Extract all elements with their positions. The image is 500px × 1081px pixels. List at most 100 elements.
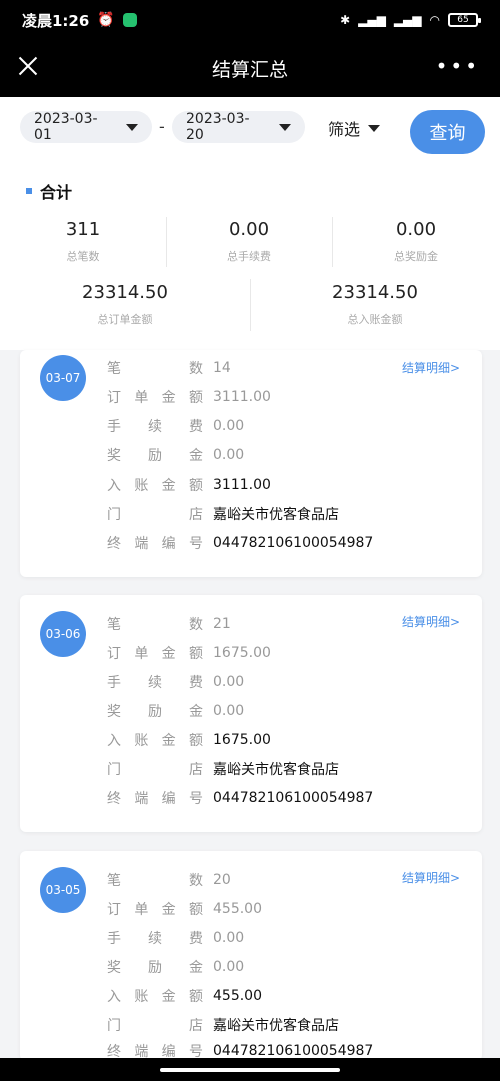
home-indicator[interactable] [160, 1068, 340, 1072]
field-label: 入账金额 [107, 989, 203, 1005]
status-icons: ✱ ▂▄▆ ▂▄▆ ◠ 65 [340, 13, 481, 27]
field-value: 455.00 [213, 901, 262, 917]
field-order-amount: 订单金额 3111.00 [107, 387, 271, 407]
page-title: 结算汇总 [211, 59, 288, 81]
summary-title: 合计 [26, 179, 72, 203]
field-value: 21 [213, 616, 231, 632]
field-value: 嘉峪关市优客食品店 [213, 762, 339, 778]
field-income: 入账金额 455.00 [107, 986, 262, 1006]
field-income: 入账金额 1675.00 [107, 730, 271, 750]
field-fee: 手续费 0.00 [107, 928, 244, 948]
filter-label: 筛选 [328, 120, 361, 139]
field-value: 20 [213, 872, 231, 888]
end-date-value: 2023-03-20 [186, 111, 250, 143]
field-label: 门店 [107, 1018, 203, 1034]
field-value: 0.00 [213, 930, 245, 946]
stat-label: 总订单金额 [97, 313, 153, 326]
stat-value: 23314.50 [82, 282, 168, 303]
field-count: 笔数 14 [107, 358, 231, 378]
record-card: 03-07 结算明细> 笔数 14 订单金额 3111.00 手续费 0.00 … [20, 350, 482, 577]
field-label: 笔数 [107, 873, 203, 889]
field-value: 嘉峪关市优客食品店 [213, 507, 339, 523]
stat-total-order-amount: 23314.50 总订单金额 [0, 282, 250, 327]
start-date-picker[interactable]: 2023-03-01 [20, 111, 152, 143]
field-terminal: 终端编号 044782106100054987 [107, 788, 373, 808]
signal-icon-2: ▂▄▆ [393, 13, 422, 27]
title-bar: 结算汇总 ••• [0, 40, 500, 97]
stat-label: 总笔数 [66, 250, 100, 263]
field-store: 门店 嘉峪关市优客食品店 [107, 504, 339, 524]
date-badge: 03-05 [40, 867, 86, 913]
more-icon[interactable]: ••• [436, 56, 480, 76]
field-label: 笔数 [107, 617, 203, 633]
start-date-value: 2023-03-01 [34, 111, 98, 143]
stat-value: 0.00 [395, 219, 437, 240]
section-marker [26, 188, 32, 194]
field-label: 笔数 [107, 361, 203, 377]
stat-total-reward: 0.00 总奖励金 [332, 219, 500, 264]
stat-value: 311 [65, 219, 101, 240]
signal-icon: ▂▄▆ [358, 13, 386, 27]
date-separator: - [159, 117, 165, 136]
settlement-detail-link[interactable]: 结算明细> [402, 613, 460, 630]
settlement-detail-link[interactable]: 结算明细> [402, 359, 460, 376]
app-notification-icon [122, 13, 137, 27]
field-value: 0.00 [213, 959, 245, 975]
field-value: 嘉峪关市优客食品店 [213, 1018, 339, 1034]
field-fee: 手续费 0.00 [107, 416, 244, 436]
field-label: 门店 [107, 762, 203, 778]
field-reward: 奖励金 0.00 [107, 701, 244, 721]
field-label: 订单金额 [107, 646, 203, 662]
field-income: 入账金额 3111.00 [107, 475, 271, 495]
field-order-amount: 订单金额 1675.00 [107, 643, 271, 663]
wifi-icon: ◠ [429, 13, 440, 27]
field-label: 入账金额 [107, 478, 203, 494]
stat-value: 23314.50 [332, 282, 418, 303]
field-value: 1675.00 [213, 645, 271, 661]
field-label: 奖励金 [107, 960, 203, 976]
field-value: 0.00 [213, 703, 245, 719]
settlement-detail-link[interactable]: 结算明细> [402, 869, 460, 886]
field-label: 手续费 [107, 931, 203, 947]
field-value: 14 [213, 360, 231, 376]
bluetooth-icon: ✱ [340, 13, 351, 27]
field-value: 3111.00 [213, 477, 271, 493]
field-label: 订单金额 [107, 390, 203, 406]
stat-label: 总入账金额 [347, 313, 403, 326]
alarm-icon: ⏰ [97, 12, 115, 28]
field-value: 044782106100054987 [213, 535, 374, 551]
field-value: 455.00 [213, 988, 262, 1004]
field-value: 044782106100054987 [213, 790, 374, 806]
stat-total-count: 311 总笔数 [0, 219, 166, 264]
summary-panel: 合计 311 总笔数 0.00 总手续费 0.00 总奖励金 23314.50 … [0, 167, 500, 350]
battery-icon: 65 [448, 13, 481, 27]
stat-total-fee: 0.00 总手续费 [166, 219, 332, 264]
field-label: 入账金额 [107, 733, 203, 749]
field-label: 订单金额 [107, 902, 203, 918]
field-label: 奖励金 [107, 448, 203, 464]
query-button[interactable]: 查询 [410, 110, 485, 154]
status-time: 凌晨1:26 [22, 11, 90, 30]
field-order-amount: 订单金额 455.00 [107, 899, 262, 919]
field-value: 0.00 [213, 447, 245, 463]
stat-value: 0.00 [228, 219, 270, 240]
field-value: 0.00 [213, 418, 245, 434]
record-card: 03-06 结算明细> 笔数 21 订单金额 1675.00 手续费 0.00 … [20, 595, 482, 832]
field-store: 门店 嘉峪关市优客食品店 [107, 1015, 339, 1035]
chevron-down-icon [279, 123, 291, 131]
field-label: 奖励金 [107, 704, 203, 720]
summary-title-text: 合计 [40, 183, 73, 202]
field-label: 终端编号 [107, 791, 203, 807]
field-store: 门店 嘉峪关市优客食品店 [107, 759, 339, 779]
field-label: 门店 [107, 507, 203, 523]
record-card: 03-05 结算明细> 笔数 20 订单金额 455.00 手续费 0.00 奖… [20, 851, 482, 1061]
end-date-picker[interactable]: 2023-03-20 [172, 111, 305, 143]
chevron-down-icon [368, 124, 381, 132]
filter-dropdown[interactable]: 筛选 [328, 116, 381, 140]
date-badge: 03-06 [40, 611, 86, 657]
close-icon[interactable] [14, 52, 42, 80]
stat-label: 总奖励金 [394, 250, 438, 263]
field-label: 手续费 [107, 675, 203, 691]
field-value: 044782106100054987 [213, 1043, 374, 1059]
status-bar: 凌晨1:26 ⏰ ✱ ▂▄▆ ▂▄▆ ◠ 65 [0, 0, 500, 40]
